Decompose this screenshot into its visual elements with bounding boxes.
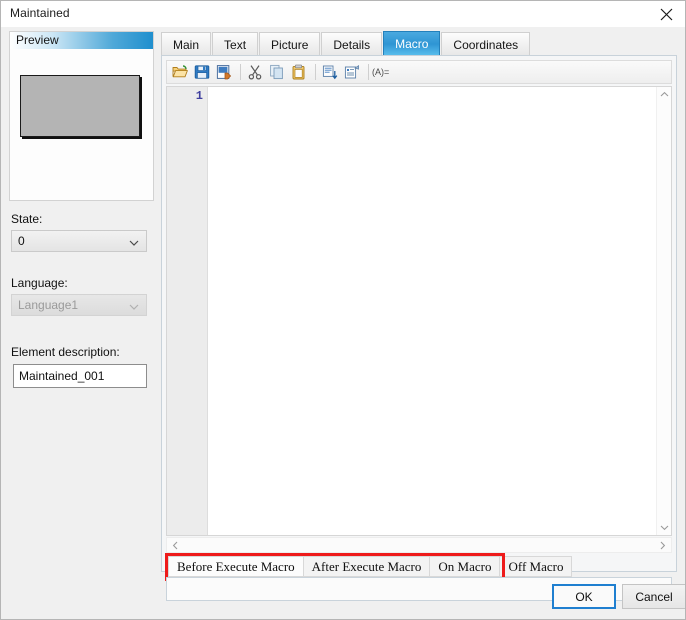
properties-icon — [344, 64, 360, 80]
open-icon — [172, 64, 188, 80]
chevron-down-icon — [129, 301, 139, 311]
macro-tab-before-execute[interactable]: Before Execute Macro — [168, 556, 304, 577]
state-label: State: — [11, 212, 43, 226]
toolbar-separator — [240, 64, 241, 80]
tab-picture[interactable]: Picture — [259, 32, 321, 56]
export-button[interactable] — [214, 62, 234, 82]
preview-element-shape — [20, 75, 140, 137]
tab-strip: Main Text Picture Details Macro Coordina… — [161, 31, 677, 56]
save-icon — [194, 64, 210, 80]
titlebar: Maintained — [1, 1, 685, 27]
insert-sorted-button[interactable] — [320, 62, 340, 82]
properties-button[interactable] — [342, 62, 362, 82]
state-value: 0 — [18, 234, 25, 248]
chevron-left-icon[interactable] — [168, 538, 183, 552]
chevron-right-icon[interactable] — [655, 538, 670, 552]
cut-button[interactable] — [245, 62, 265, 82]
maintained-dialog: Maintained Preview State: 0 Language: La… — [0, 0, 686, 620]
preview-group: Preview — [9, 31, 154, 201]
macro-code-editor[interactable]: 1 — [166, 86, 672, 536]
line-number: 1 — [195, 89, 203, 103]
copy-button[interactable] — [267, 62, 287, 82]
tab-coordinates[interactable]: Coordinates — [441, 32, 531, 56]
chevron-up-icon[interactable] — [657, 87, 671, 102]
ok-button[interactable]: OK — [552, 584, 616, 609]
macro-tab-after-execute[interactable]: After Execute Macro — [303, 556, 431, 577]
tab-control: Main Text Picture Details Macro Coordina… — [161, 31, 677, 601]
find-replace-icon: (A)= — [372, 65, 394, 79]
preview-header-label: Preview — [16, 33, 59, 47]
editor-horizontal-scrollbar[interactable] — [166, 537, 672, 553]
line-number-gutter: 1 — [167, 87, 208, 535]
editor-vertical-scrollbar[interactable] — [656, 87, 671, 535]
insert-sorted-icon — [322, 64, 338, 80]
element-description-input[interactable]: Maintained_001 — [13, 364, 147, 388]
close-button[interactable] — [645, 1, 685, 27]
close-icon — [660, 8, 673, 21]
toolbar-separator — [368, 64, 369, 80]
preview-canvas — [10, 49, 153, 200]
element-description-label: Element description: — [11, 345, 120, 359]
find-replace-button[interactable]: (A)= — [372, 62, 394, 82]
language-value: Language1 — [18, 298, 79, 312]
chevron-down-icon[interactable] — [657, 520, 671, 535]
macro-subtab-strip: Before Execute Macro After Execute Macro… — [168, 556, 573, 578]
language-dropdown: Language1 — [11, 294, 147, 316]
dialog-client: Preview State: 0 Language: Language1 Ele… — [1, 27, 685, 619]
tab-macro[interactable]: Macro — [383, 31, 441, 56]
cancel-button[interactable]: Cancel — [622, 584, 685, 609]
language-label: Language: — [11, 276, 68, 290]
code-text-area[interactable] — [209, 87, 655, 535]
window-title: Maintained — [10, 6, 70, 20]
cut-icon — [247, 64, 263, 80]
tab-text[interactable]: Text — [212, 32, 259, 56]
svg-text:(A)=: (A)= — [372, 67, 389, 77]
paste-icon — [291, 64, 307, 80]
tab-main[interactable]: Main — [161, 32, 212, 56]
macro-tab-off-macro[interactable]: Off Macro — [500, 556, 573, 577]
save-button[interactable] — [192, 62, 212, 82]
element-description-value: Maintained_001 — [19, 369, 105, 383]
export-icon — [216, 64, 232, 80]
toolbar-separator — [315, 64, 316, 80]
paste-button[interactable] — [289, 62, 309, 82]
preview-header: Preview — [10, 32, 153, 49]
chevron-down-icon — [129, 237, 139, 247]
editor-toolbar: (A)= — [166, 60, 672, 84]
state-dropdown[interactable]: 0 — [11, 230, 147, 252]
tab-details[interactable]: Details — [321, 32, 383, 56]
copy-icon — [269, 64, 285, 80]
open-button[interactable] — [170, 62, 190, 82]
macro-tab-on-macro[interactable]: On Macro — [430, 556, 501, 577]
macro-tab-page: (A)= 1 Before Execute Macro After Execut… — [161, 55, 677, 601]
